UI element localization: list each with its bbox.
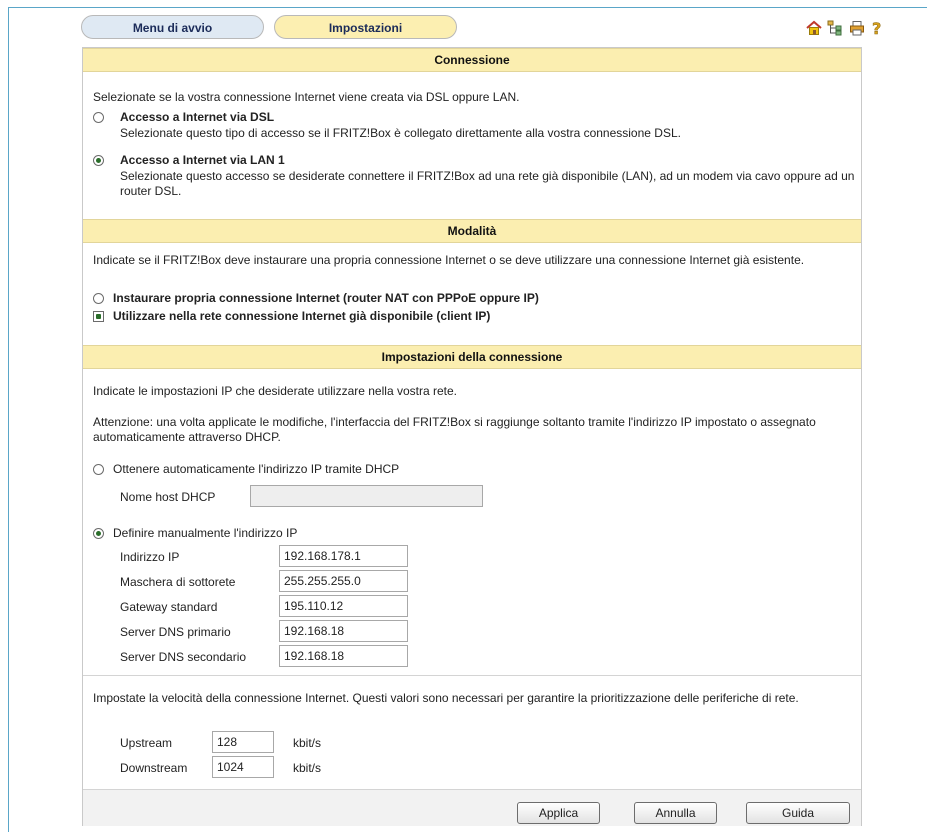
- conn-settings-warning: Attenzione: una volta applicate le modif…: [93, 415, 816, 444]
- window-frame-top: [8, 7, 927, 8]
- upstream-input[interactable]: 128: [212, 731, 274, 753]
- radio-lan[interactable]: [93, 155, 104, 166]
- button-bar: [83, 789, 861, 826]
- radio-dsl[interactable]: [93, 112, 104, 123]
- svg-text:?: ?: [872, 20, 881, 36]
- ip-address-label: Indirizzo IP: [120, 550, 180, 564]
- gateway-input[interactable]: 195.110.12: [279, 595, 408, 617]
- toolbar-icons: ?: [806, 20, 886, 38]
- radio-manual-ip[interactable]: [93, 528, 104, 539]
- section-header-modalita: Modalità: [83, 219, 861, 243]
- subnet-mask-label: Maschera di sottorete: [120, 575, 236, 589]
- print-icon[interactable]: [849, 20, 867, 36]
- radio-dhcp[interactable]: [93, 464, 104, 475]
- radio-client-ip[interactable]: [93, 311, 104, 322]
- option-router-nat-label[interactable]: Instaurare propria connessione Internet …: [113, 291, 539, 306]
- dhcp-host-label: Nome host DHCP: [120, 490, 216, 504]
- ip-address-input[interactable]: 192.168.178.1: [279, 545, 408, 567]
- help-button[interactable]: Guida: [746, 802, 850, 824]
- sitemap-icon[interactable]: [827, 20, 845, 36]
- option-client-ip-label[interactable]: Utilizzare nella rete connessione Intern…: [113, 309, 490, 324]
- cancel-button[interactable]: Annulla: [634, 802, 717, 824]
- downstream-unit: kbit/s: [293, 761, 322, 775]
- help-icon[interactable]: ?: [870, 20, 886, 36]
- section-header-impostazioni-connessione: Impostazioni della connessione: [83, 345, 861, 369]
- radio-router-nat[interactable]: [93, 293, 104, 304]
- speed-intro: Impostate la velocità della connessione …: [93, 691, 799, 705]
- option-dhcp-label[interactable]: Ottenere automaticamente l'indirizzo IP …: [113, 462, 399, 477]
- downstream-label: Downstream: [120, 761, 188, 775]
- window-frame-left: [8, 7, 9, 832]
- dns-primary-input[interactable]: 192.168.18: [279, 620, 408, 642]
- dns-secondary-input[interactable]: 192.168.18: [279, 645, 408, 667]
- mode-intro: Indicate se il FRITZ!Box deve instaurare…: [93, 253, 805, 267]
- divider: [83, 675, 861, 676]
- tab-impostazioni[interactable]: Impostazioni: [274, 15, 457, 39]
- gateway-label: Gateway standard: [120, 600, 218, 614]
- option-dsl-desc: Selezionate questo tipo di accesso se il…: [120, 126, 681, 140]
- option-manual-ip-label[interactable]: Definire manualmente l'indirizzo IP: [113, 526, 297, 541]
- apply-button[interactable]: Applica: [517, 802, 600, 824]
- dns-secondary-label: Server DNS secondario: [120, 650, 247, 664]
- dhcp-host-input[interactable]: [250, 485, 483, 507]
- option-lan-desc: Selezionate questo accesso se desiderate…: [120, 169, 855, 198]
- tab-menu-di-avvio[interactable]: Menu di avvio: [81, 15, 264, 39]
- conn-settings-intro: Indicate le impostazioni IP che desidera…: [93, 384, 457, 398]
- section-header-connessione: Connessione: [83, 48, 861, 72]
- upstream-unit: kbit/s: [293, 736, 322, 750]
- upstream-label: Upstream: [120, 736, 173, 750]
- home-icon[interactable]: [806, 20, 824, 35]
- option-dsl-title[interactable]: Accesso a Internet via DSL: [120, 110, 274, 125]
- settings-panel: Connessione Selezionate se la vostra con…: [82, 47, 862, 826]
- downstream-input[interactable]: 1024: [212, 756, 274, 778]
- connection-intro: Selezionate se la vostra connessione Int…: [93, 90, 520, 104]
- subnet-mask-input[interactable]: 255.255.255.0: [279, 570, 408, 592]
- dns-primary-label: Server DNS primario: [120, 625, 231, 639]
- option-lan-title[interactable]: Accesso a Internet via LAN 1: [120, 153, 285, 168]
